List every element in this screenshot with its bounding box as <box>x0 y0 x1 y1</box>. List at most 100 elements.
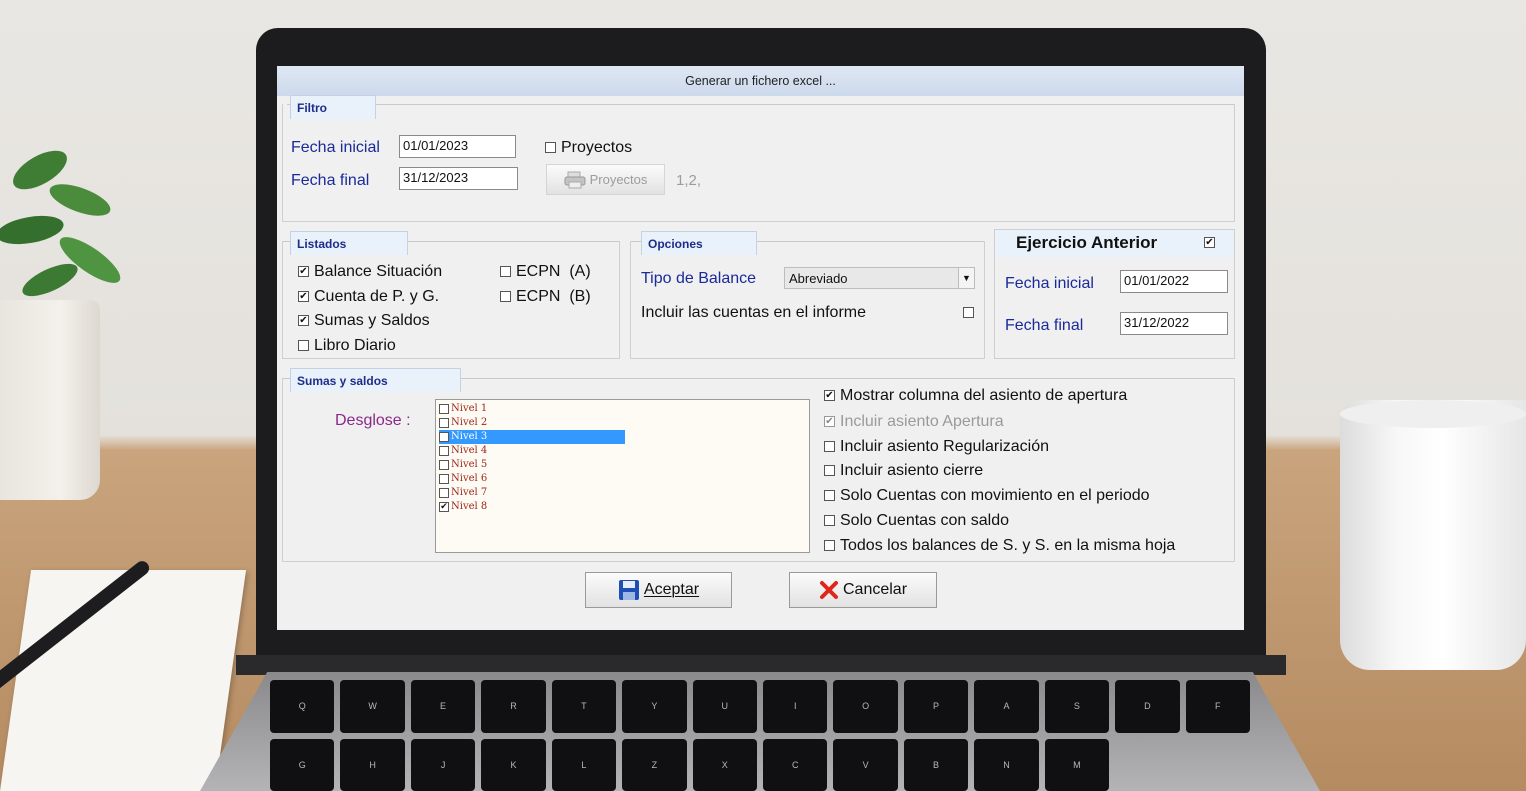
option-incluir-apertura[interactable]: ✔ Incluir asiento Apertura <box>824 413 1004 431</box>
option-label: Mostrar columna del asiento de apertura <box>840 387 1128 404</box>
checkbox-icon[interactable]: ✔ <box>824 390 835 402</box>
desglose-listbox[interactable]: Nivel 1 Nivel 2 Nivel 3 Nivel 4 Nivel 5 … <box>435 399 810 553</box>
checkbox-icon[interactable] <box>824 441 835 453</box>
checkbox-icon[interactable] <box>824 540 835 552</box>
list-item[interactable]: Nivel 7 <box>439 486 625 500</box>
checkbox-icon[interactable] <box>500 266 511 278</box>
tab-listados[interactable]: Listados <box>290 231 408 255</box>
option-label: Solo Cuentas con saldo <box>840 512 1009 529</box>
option-incluir-cierre[interactable]: Incluir asiento cierre <box>824 462 983 480</box>
cancelar-label: Cancelar <box>842 581 908 598</box>
option-solo-movimiento[interactable]: Solo Cuentas con movimiento en el period… <box>824 487 1150 505</box>
option-incluir-regularizacion[interactable]: Incluir asiento Regularización <box>824 438 1049 456</box>
checkbox-icon[interactable] <box>439 473 449 484</box>
plant-leaves <box>0 150 121 297</box>
listado-label: Cuenta de P. y G. <box>314 288 440 305</box>
cancelar-button[interactable]: Cancelar <box>789 572 937 608</box>
checkbox-icon[interactable] <box>439 487 449 498</box>
listado-sumas-saldos[interactable]: ✔ Sumas y Saldos <box>298 312 430 330</box>
red-x-icon <box>819 581 838 599</box>
list-item[interactable]: Nivel 5 <box>439 458 625 472</box>
keyboard-key: X <box>692 738 757 791</box>
excel-export-dialog: Generar un fichero excel ... Filtro Fech… <box>277 66 1244 630</box>
checkbox-icon[interactable] <box>500 291 511 303</box>
window-title: Generar un fichero excel ... <box>277 66 1244 96</box>
checkbox-icon[interactable] <box>439 403 449 414</box>
checkbox-icon[interactable] <box>439 431 449 442</box>
list-item[interactable]: Nivel 1 <box>439 402 625 416</box>
checkbox-icon[interactable]: ✔ <box>824 416 835 428</box>
keyboard-key: D <box>1115 680 1180 733</box>
checkbox-icon[interactable] <box>824 465 835 477</box>
ejercicio-fecha-final-input[interactable]: 31/12/2022 <box>1120 312 1228 335</box>
option-solo-saldo[interactable]: Solo Cuentas con saldo <box>824 512 1009 530</box>
aceptar-label: Aceptar <box>643 581 700 598</box>
listado-ecpn-a[interactable]: ECPN (A) <box>500 263 591 281</box>
tipo-balance-select[interactable]: Abreviado ▼ <box>784 267 975 289</box>
keyboard-key: U <box>692 680 757 733</box>
keyboard-key: N <box>974 738 1039 791</box>
nivel-label: Nivel 6 <box>451 473 488 484</box>
checkbox-icon[interactable]: ✔ <box>298 291 309 303</box>
checkbox-icon[interactable]: ✔ <box>439 501 449 512</box>
keyboard-key: M <box>1044 738 1110 791</box>
listado-libro-diario[interactable]: Libro Diario <box>298 337 396 355</box>
fecha-inicial-input[interactable]: 01/01/2023 <box>399 135 516 158</box>
ejercicio-anterior-checkbox[interactable]: ✔ <box>1204 237 1215 248</box>
option-label: Todos los balances de S. y S. en la mism… <box>840 537 1176 554</box>
desglose-label: Desglose : <box>335 412 411 429</box>
checkbox-icon[interactable] <box>439 459 449 470</box>
nivel-label: Nivel 5 <box>451 459 488 470</box>
tab-opciones[interactable]: Opciones <box>641 231 757 255</box>
incluir-cuentas-checkbox[interactable] <box>963 307 974 318</box>
tipo-balance-label: Tipo de Balance <box>641 270 757 287</box>
proyectos-button-label: Proyectos <box>589 172 648 187</box>
checkbox-icon[interactable] <box>824 515 835 527</box>
checkbox-icon[interactable]: ✔ <box>298 266 309 278</box>
listado-balance-situacion[interactable]: ✔ Balance Situación <box>298 263 442 281</box>
checkbox-icon[interactable]: ✔ <box>298 315 309 327</box>
tab-filtro[interactable]: Filtro <box>290 95 376 119</box>
option-todos-misma-hoja[interactable]: Todos los balances de S. y S. en la mism… <box>824 537 1175 555</box>
coffee-mug <box>1340 400 1526 670</box>
keyboard-key: O <box>833 680 898 733</box>
listado-cuenta-pyg[interactable]: ✔ Cuenta de P. y G. <box>298 288 439 306</box>
filtro-group <box>282 104 1235 222</box>
keyboard-key: S <box>1044 680 1110 733</box>
option-mostrar-apertura[interactable]: ✔ Mostrar columna del asiento de apertura <box>824 387 1127 405</box>
chevron-down-icon[interactable]: ▼ <box>958 268 974 288</box>
keyboard-key: Z <box>622 738 687 791</box>
keyboard-keys: QWERTYUIOPASDF GHJKLZXCVBNM <box>270 680 1250 791</box>
listado-ecpn-b[interactable]: ECPN (B) <box>500 288 591 306</box>
checkbox-icon[interactable] <box>545 142 556 154</box>
fecha-final-input[interactable]: 31/12/2023 <box>399 167 518 190</box>
list-item[interactable]: Nivel 4 <box>439 444 625 458</box>
tipo-balance-value: Abreviado <box>789 271 848 286</box>
list-item[interactable]: Nivel 2 <box>439 416 625 430</box>
ejercicio-fecha-final-label: Fecha final <box>1005 317 1084 334</box>
checkbox-icon[interactable] <box>824 490 835 502</box>
proyectos-button[interactable]: Proyectos <box>546 164 665 195</box>
keyboard-key: I <box>763 680 828 733</box>
option-label: Incluir asiento Regularización <box>840 438 1049 455</box>
keyboard-key: Q <box>270 680 335 733</box>
list-item[interactable]: ✔ Nivel 8 <box>439 500 625 514</box>
keyboard-key: K <box>481 738 546 791</box>
checkbox-icon[interactable] <box>439 445 449 456</box>
proyectos-checkbox[interactable]: Proyectos <box>545 139 632 157</box>
tab-sumas-saldos[interactable]: Sumas y saldos <box>290 368 461 392</box>
nivel-label: Nivel 4 <box>451 445 488 456</box>
ejercicio-fecha-inicial-input[interactable]: 01/01/2022 <box>1120 270 1228 293</box>
nivel-label: Nivel 8 <box>451 501 488 512</box>
checkbox-icon[interactable] <box>439 417 449 428</box>
aceptar-button[interactable]: Aceptar <box>585 572 732 608</box>
list-item-selected[interactable]: Nivel 3 <box>439 430 625 444</box>
coffee-mug-rim <box>1340 400 1526 428</box>
fecha-final-label: Fecha final <box>291 172 370 189</box>
nivel-label: Nivel 1 <box>451 403 488 414</box>
fecha-inicial-label: Fecha inicial <box>291 139 380 156</box>
list-item[interactable]: Nivel 6 <box>439 472 625 486</box>
checkbox-icon[interactable] <box>298 340 309 352</box>
keyboard-key: B <box>903 738 969 791</box>
keyboard-key: E <box>410 680 476 733</box>
